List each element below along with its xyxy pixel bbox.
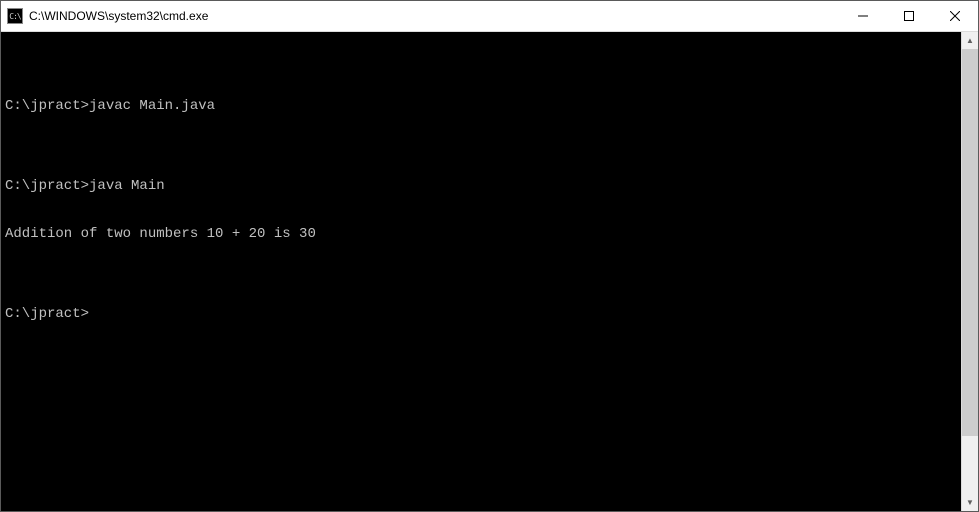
terminal-area: C:\jpract>javac Main.java C:\jpract>java… [1,32,978,511]
titlebar-left: C:\ C:\WINDOWS\system32\cmd.exe [1,8,208,24]
scroll-track[interactable] [962,49,978,494]
minimize-button[interactable] [840,1,886,31]
window-title: C:\WINDOWS\system32\cmd.exe [29,9,208,23]
close-icon [950,11,960,21]
minimize-icon [858,11,868,21]
close-button[interactable] [932,1,978,31]
terminal-line: C:\jpract>javac Main.java [5,98,957,114]
scroll-thumb[interactable] [962,49,978,436]
vertical-scrollbar[interactable]: ▲ ▼ [961,32,978,511]
terminal-content[interactable]: C:\jpract>javac Main.java C:\jpract>java… [1,32,961,511]
maximize-button[interactable] [886,1,932,31]
chevron-down-icon: ▼ [966,499,974,507]
terminal-line: Addition of two numbers 10 + 20 is 30 [5,226,957,242]
maximize-icon [904,11,914,21]
scroll-down-button[interactable]: ▼ [962,494,978,511]
terminal-line: C:\jpract> [5,306,957,322]
chevron-up-icon: ▲ [966,37,974,45]
titlebar[interactable]: C:\ C:\WINDOWS\system32\cmd.exe [1,1,978,32]
scroll-up-button[interactable]: ▲ [962,32,978,49]
cmd-icon: C:\ [7,8,23,24]
titlebar-controls [840,1,978,31]
cmd-window: C:\ C:\WINDOWS\system32\cmd.exe [0,0,979,512]
terminal-line: C:\jpract>java Main [5,178,957,194]
